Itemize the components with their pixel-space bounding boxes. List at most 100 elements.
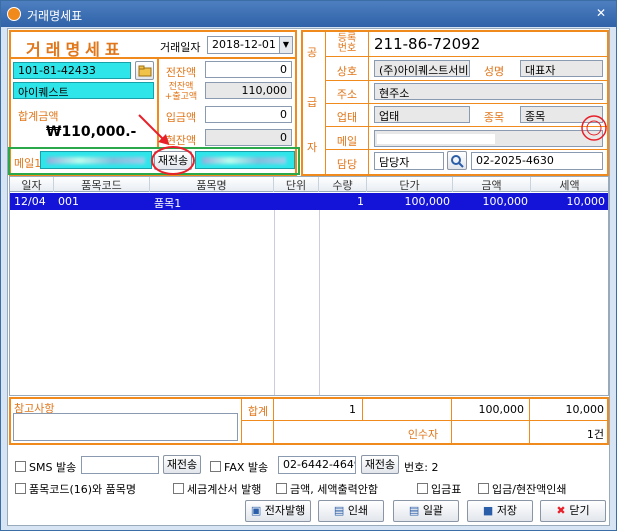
receiver-label: 인수자 bbox=[407, 428, 439, 441]
manager-label: 담당 bbox=[336, 158, 358, 171]
total-label: 합계금액 bbox=[18, 110, 59, 123]
item-code-checkbox[interactable] bbox=[15, 483, 26, 494]
table-row[interactable]: 12/04 001 품목1 1 100,000 100,000 10,000 bbox=[10, 193, 608, 210]
cell-qty: 1 bbox=[357, 195, 364, 208]
divider bbox=[241, 398, 242, 444]
cell-price: 100,000 bbox=[404, 195, 451, 208]
name-label: 성명 bbox=[483, 65, 505, 78]
supplier-char-2: 급 bbox=[306, 96, 318, 109]
printer-icon: ▤ bbox=[333, 504, 348, 517]
divider bbox=[362, 398, 363, 420]
print-button[interactable]: ▤ 인쇄 bbox=[318, 500, 384, 522]
col-divider bbox=[319, 210, 320, 395]
fax-label: FAX 발송 bbox=[224, 461, 269, 474]
sms-resend-button[interactable]: 재전송 bbox=[163, 455, 201, 474]
tax-invoice-checkbox[interactable] bbox=[173, 483, 184, 494]
item-label: 종목 bbox=[483, 111, 505, 124]
date-picker[interactable]: 2018-12-01 ▼ bbox=[207, 36, 293, 54]
seal-stamp bbox=[581, 115, 607, 141]
divider bbox=[242, 420, 608, 421]
col-header-code[interactable]: 품목코드 bbox=[54, 177, 150, 192]
sum-tax: 10,000 bbox=[565, 403, 605, 416]
divider bbox=[451, 398, 452, 444]
fax-number-field[interactable]: 02-6442-4649 bbox=[278, 456, 356, 474]
col-header-date[interactable]: 일자 bbox=[10, 177, 54, 192]
amount-print-label: 금액, 세액출력안함 bbox=[290, 483, 378, 496]
col-header-unit[interactable]: 단위 bbox=[274, 177, 319, 192]
deposit-slip-label: 입금표 bbox=[431, 483, 462, 496]
title-bar: 거래명세표 ✕ bbox=[1, 1, 616, 27]
company-field: (주)아이퀘스트서비 bbox=[374, 60, 470, 77]
fax-resend-button[interactable]: 재전송 bbox=[361, 455, 399, 474]
reg-no-value: 211-86-72092 bbox=[374, 35, 481, 53]
deposit-print-label: 입금/현잔액인쇄 bbox=[492, 483, 567, 496]
note-field[interactable] bbox=[13, 413, 238, 441]
address-field: 현주소 bbox=[374, 83, 603, 100]
sms-checkbox[interactable] bbox=[15, 461, 26, 472]
supplier-char-1: 공 bbox=[306, 46, 318, 59]
blurred-email bbox=[47, 157, 145, 164]
prev-balance-field[interactable]: 0 bbox=[205, 61, 292, 78]
col-header-price[interactable]: 단가 bbox=[367, 177, 453, 192]
delivery-field: 110,000 bbox=[205, 82, 292, 99]
print-label: 인쇄 bbox=[347, 504, 369, 517]
sum-amount: 100,000 bbox=[478, 403, 525, 416]
col-header-tax[interactable]: 세액 bbox=[531, 177, 608, 192]
reg-no-label: 등록 번호 bbox=[337, 33, 357, 54]
search-icon[interactable] bbox=[447, 151, 467, 170]
sum-qty: 1 bbox=[349, 403, 356, 416]
manager-field[interactable]: 담당자 bbox=[374, 152, 444, 170]
chevron-down-icon[interactable]: ▼ bbox=[279, 37, 292, 53]
annotation-arrow bbox=[138, 114, 169, 145]
save-button[interactable]: ■ 저장 bbox=[467, 500, 533, 522]
current-balance-field: 0 bbox=[205, 129, 292, 146]
delivery-label: 전잔액 +출고액 bbox=[164, 82, 198, 102]
deposit-print-checkbox[interactable] bbox=[478, 483, 489, 494]
close-icon[interactable]: ✕ bbox=[596, 6, 606, 20]
col-header-amount[interactable]: 금액 bbox=[453, 177, 531, 192]
biz-type-field: 업태 bbox=[374, 106, 470, 123]
fax-checkbox[interactable] bbox=[210, 461, 221, 472]
printer-icon: ▤ bbox=[408, 504, 423, 517]
deposit-field[interactable]: 0 bbox=[205, 106, 292, 123]
sms-number-field[interactable] bbox=[81, 456, 159, 474]
tax-invoice-label: 세금계산서 발행 bbox=[187, 483, 262, 496]
amount-print-checkbox[interactable] bbox=[276, 483, 287, 494]
close-button[interactable]: ✖ 닫기 bbox=[540, 500, 606, 522]
representative-field: 대표자 bbox=[520, 60, 603, 77]
batch-print-button[interactable]: ▤ 일괄 bbox=[393, 500, 459, 522]
blurred-email bbox=[377, 134, 495, 144]
date-value: 2018-12-01 bbox=[212, 38, 276, 51]
email-label: 메일1 bbox=[14, 157, 42, 170]
item-count: 1건 bbox=[586, 428, 604, 441]
e-issue-button[interactable]: ▣ 전자발행 bbox=[245, 500, 311, 522]
divider bbox=[326, 149, 608, 150]
col-header-qty[interactable]: 수량 bbox=[319, 177, 367, 192]
close-label: 닫기 bbox=[569, 504, 590, 517]
grid-header: 일자 품목코드 품목명 단위 수량 단가 금액 세액 bbox=[10, 177, 608, 192]
email-field-1[interactable] bbox=[40, 151, 152, 169]
item-grid[interactable]: 일자 품목코드 품목명 단위 수량 단가 금액 세액 12/04 001 품목1… bbox=[9, 176, 609, 396]
cell-code: 001 bbox=[58, 195, 79, 208]
company-label: 상호 bbox=[336, 65, 358, 78]
divider bbox=[273, 398, 274, 444]
manager-phone-field[interactable]: 02-2025-4630 bbox=[471, 152, 603, 170]
col-header-name[interactable]: 품목명 bbox=[150, 177, 274, 192]
save-label: 저장 bbox=[496, 504, 518, 517]
divider bbox=[326, 56, 608, 57]
buyer-name-field[interactable]: 아이퀘스트 bbox=[13, 82, 154, 99]
blurred-email bbox=[202, 157, 286, 164]
invoice-window: 거래명세표 ✕ 거래명세표 거래일자 2018-12-01 ▼ 101-81-4… bbox=[0, 0, 617, 531]
sms-label: SMS 발송 bbox=[29, 461, 77, 474]
total-value: ₩110,000.- bbox=[46, 124, 137, 140]
close-icon: ✖ bbox=[556, 504, 570, 517]
e-issue-label: 전자발행 bbox=[264, 504, 306, 517]
email-field-2[interactable] bbox=[195, 151, 295, 169]
cell-date: 12/04 bbox=[14, 195, 46, 208]
buyer-biz-no-field[interactable]: 101-81-42433 bbox=[13, 62, 131, 79]
cell-tax: 10,000 bbox=[566, 195, 606, 208]
mail-label: 메일 bbox=[336, 135, 358, 148]
deposit-slip-checkbox[interactable] bbox=[417, 483, 428, 494]
folder-icon[interactable] bbox=[135, 61, 154, 80]
cell-amount: 100,000 bbox=[482, 195, 529, 208]
